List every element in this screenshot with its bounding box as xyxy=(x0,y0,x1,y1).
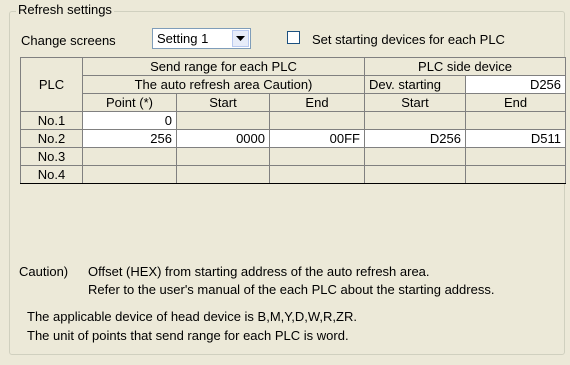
start-cell: 0000 xyxy=(176,129,270,148)
change-screens-value: Setting 1 xyxy=(157,31,209,46)
point-field xyxy=(82,165,177,184)
end-cell: 00FF xyxy=(269,129,365,148)
end-cell xyxy=(269,165,365,184)
refresh-settings-title: Refresh settings xyxy=(16,2,114,17)
col-point-header: Point (*) xyxy=(82,93,177,112)
table-row: No.1 0 xyxy=(20,111,567,130)
col-side-start-header: Start xyxy=(364,93,466,112)
start-cell xyxy=(176,165,270,184)
plc-side-header: PLC side device xyxy=(363,57,567,76)
row-plc-label: No.4 xyxy=(20,165,83,184)
info-line-2: The unit of points that send range for e… xyxy=(27,328,349,343)
plc-header: PLC xyxy=(20,57,83,112)
row-plc-label: No.3 xyxy=(20,147,83,166)
auto-refresh-header: The auto refresh area Caution) xyxy=(82,75,365,94)
row-plc-label: No.1 xyxy=(20,111,83,130)
info-line-1: The applicable device of head device is … xyxy=(27,309,357,324)
chevron-down-icon xyxy=(236,35,245,41)
dropdown-button[interactable] xyxy=(232,30,249,47)
caution-note-2: Refer to the user's manual of the each P… xyxy=(88,282,495,297)
row-plc-label: No.2 xyxy=(20,129,83,148)
caution-label: Caution) xyxy=(19,264,69,279)
caution-note-1: Offset (HEX) from starting address of th… xyxy=(88,264,430,279)
table-row: No.3 xyxy=(20,147,567,166)
side-end-cell xyxy=(464,111,567,130)
send-range-header: Send range for each PLC xyxy=(82,57,365,76)
side-start-cell xyxy=(364,111,466,130)
starting-devices-checkbox[interactable] xyxy=(287,31,300,44)
table-row: No.2 256 0000 00FF D256 D511 xyxy=(20,129,567,148)
side-end-cell: D511 xyxy=(464,129,567,148)
table-row: No.4 xyxy=(20,165,567,184)
starting-devices-label: Set starting devices for each PLC xyxy=(312,32,505,47)
col-end-header: End xyxy=(269,93,365,112)
col-side-end-header: End xyxy=(464,93,567,112)
side-end-cell xyxy=(464,147,567,166)
change-screens-label: Change screens xyxy=(21,33,116,48)
start-cell xyxy=(176,111,270,130)
point-field[interactable]: 0 xyxy=(82,111,177,130)
point-field xyxy=(82,147,177,166)
end-cell xyxy=(269,147,365,166)
point-field[interactable]: 256 xyxy=(82,129,177,148)
side-start-cell xyxy=(364,147,466,166)
side-start-cell xyxy=(364,165,466,184)
start-cell xyxy=(176,147,270,166)
side-end-cell xyxy=(464,165,567,184)
col-start-header: Start xyxy=(176,93,270,112)
end-cell xyxy=(269,111,365,130)
side-start-cell: D256 xyxy=(364,129,466,148)
refresh-table: PLC Send range for each PLC PLC side dev… xyxy=(20,57,567,184)
change-screens-select[interactable]: Setting 1 xyxy=(152,28,251,49)
dev-starting-field[interactable]: D256 xyxy=(464,75,567,94)
dev-starting-label: Dev. starting xyxy=(364,75,466,94)
